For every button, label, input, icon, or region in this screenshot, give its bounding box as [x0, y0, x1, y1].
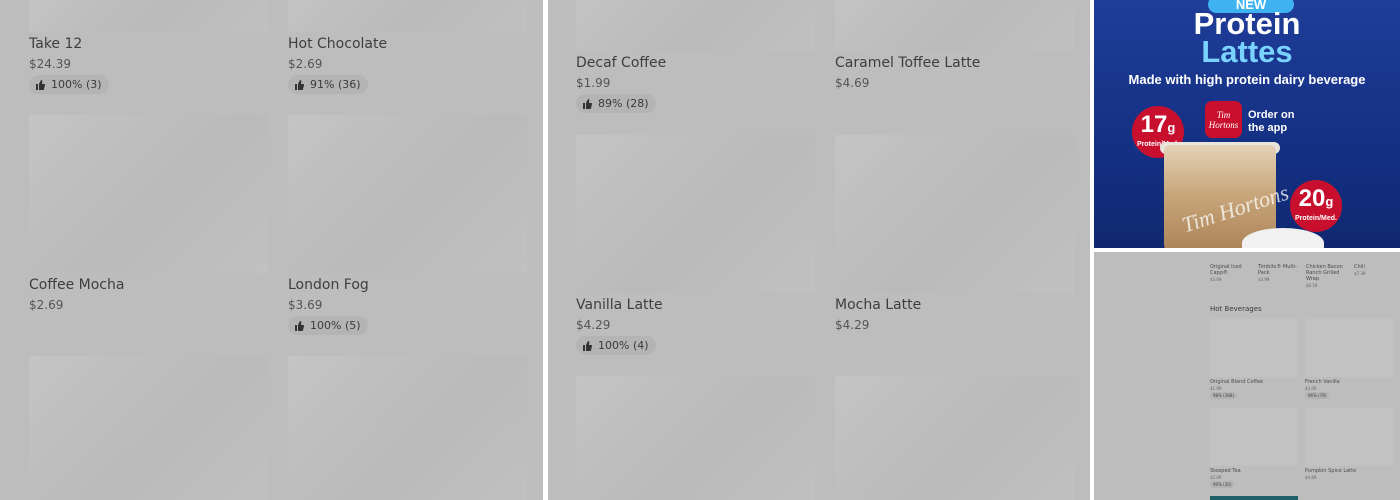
thumbs-up-icon: [583, 340, 592, 351]
rating-badge: 89% (28): [576, 94, 656, 113]
rating-badge: 100% (3): [29, 75, 109, 94]
mini-item-name: Original Iced Capp®: [1210, 264, 1242, 276]
order-line1: Order on: [1248, 109, 1295, 121]
order-on-app-text: Order on the app: [1248, 109, 1294, 135]
item-name: Take 12: [29, 36, 83, 52]
mini-item-price: $4.69: [1305, 475, 1317, 480]
rating-text: 89% (28): [598, 97, 649, 110]
mini-item-name: Chicken Bacon Ranch Grilled Wrap: [1306, 264, 1343, 282]
mini-item-price: $3.09: [1305, 386, 1317, 391]
mini-section-title: Hot Beverages: [1210, 305, 1262, 313]
mini-item-price: $3.99: [1258, 277, 1270, 282]
mini-item-name: Pumpkin Spice Latte: [1305, 468, 1357, 474]
mini-item-name: French Vanilla: [1305, 379, 1340, 385]
item-name: Caramel Toffee Latte: [835, 55, 981, 71]
item-price: $2.69: [29, 298, 64, 312]
item-name: Coffee Mocha: [29, 277, 125, 293]
mini-item-name: Steeped Tea: [1210, 468, 1241, 474]
mini-item-image: [1210, 408, 1298, 466]
rating-text: 100% (3): [51, 78, 102, 91]
mini-footer-bar: [1210, 496, 1298, 500]
menu-panel-left: Take 12 $24.39 100% (3) Hot Chocolate $2…: [0, 0, 543, 500]
item-image[interactable]: [835, 0, 1074, 51]
item-image[interactable]: [576, 376, 815, 500]
item-price: $2.69: [288, 57, 323, 71]
rating-badge: 91% (36): [288, 75, 368, 94]
protein-badge-right: 20g Protein/Med.: [1290, 180, 1342, 232]
item-image[interactable]: [835, 135, 1074, 293]
mini-item-image: [1210, 319, 1298, 377]
item-image[interactable]: [288, 356, 527, 500]
promo-subtitle: Made with high protein dairy beverage: [1128, 72, 1366, 87]
item-name: Vanilla Latte: [576, 297, 663, 313]
thumbs-up-icon: [295, 320, 304, 331]
item-image[interactable]: [288, 0, 527, 32]
mini-rating-badge: 90% (30): [1210, 481, 1235, 488]
page-preview-thumbnail[interactable]: Original Iced Capp® $3.69 Timbits® Multi…: [1094, 252, 1400, 500]
rating-text: 100% (5): [310, 319, 361, 332]
badge-number: 20: [1298, 185, 1326, 212]
item-image[interactable]: [576, 0, 815, 51]
mini-item-price: $2.09: [1210, 475, 1222, 480]
item-name: London Fog: [288, 277, 369, 293]
rating-badge: 100% (5): [288, 316, 368, 335]
item-image[interactable]: [29, 0, 268, 32]
mini-item-price: $7.39: [1354, 271, 1366, 276]
item-price: $3.69: [288, 298, 323, 312]
item-image[interactable]: [29, 356, 268, 500]
mini-item-name: Chili: [1354, 264, 1365, 270]
item-image[interactable]: [288, 115, 527, 273]
mini-rating-badge: 98% (388): [1210, 392, 1237, 399]
mini-item-image: [1305, 408, 1393, 466]
item-image[interactable]: [835, 376, 1074, 500]
thumbs-up-icon: [583, 98, 592, 109]
item-price: $4.29: [576, 318, 611, 332]
mini-item-price: $3.69: [1210, 277, 1222, 282]
badge-unit: g: [1167, 120, 1176, 135]
thumbs-up-icon: [36, 79, 45, 90]
thumbs-up-icon: [295, 79, 304, 90]
item-price: $24.39: [29, 57, 71, 71]
badge-label: Protein/Med.: [1294, 215, 1337, 222]
item-image[interactable]: [576, 135, 815, 293]
tim-hortons-logo: Tim Hortons: [1205, 101, 1242, 138]
mini-rating-badge: 96% (79): [1305, 392, 1330, 399]
item-price: $4.29: [835, 318, 870, 332]
promo-banner[interactable]: NEW Protein Lattes Made with high protei…: [1094, 0, 1400, 248]
item-name: Decaf Coffee: [576, 55, 667, 71]
item-name: Hot Chocolate: [288, 36, 388, 52]
order-line2: the app: [1248, 122, 1288, 134]
rating-text: 91% (36): [310, 78, 361, 91]
mini-item-image: [1305, 319, 1393, 377]
badge-number: 17: [1140, 111, 1168, 138]
badge-unit: g: [1325, 194, 1334, 209]
item-price: $1.99: [576, 76, 611, 90]
promo-title-line2: Lattes: [1201, 34, 1293, 69]
menu-panel-middle: Decaf Coffee $1.99 89% (28) Caramel Toff…: [548, 0, 1090, 500]
item-price: $4.69: [835, 76, 870, 90]
rating-badge: 100% (4): [576, 336, 656, 355]
mini-item-name: Timbits® Multi-Pack: [1258, 264, 1297, 276]
mini-item-price: $1.99: [1210, 386, 1222, 391]
mini-item-name: Original Blend Coffee: [1210, 379, 1264, 385]
item-name: Mocha Latte: [835, 297, 922, 313]
rating-text: 100% (4): [598, 339, 649, 352]
mini-item-price: $6.59: [1306, 283, 1318, 288]
item-image[interactable]: [29, 115, 268, 273]
